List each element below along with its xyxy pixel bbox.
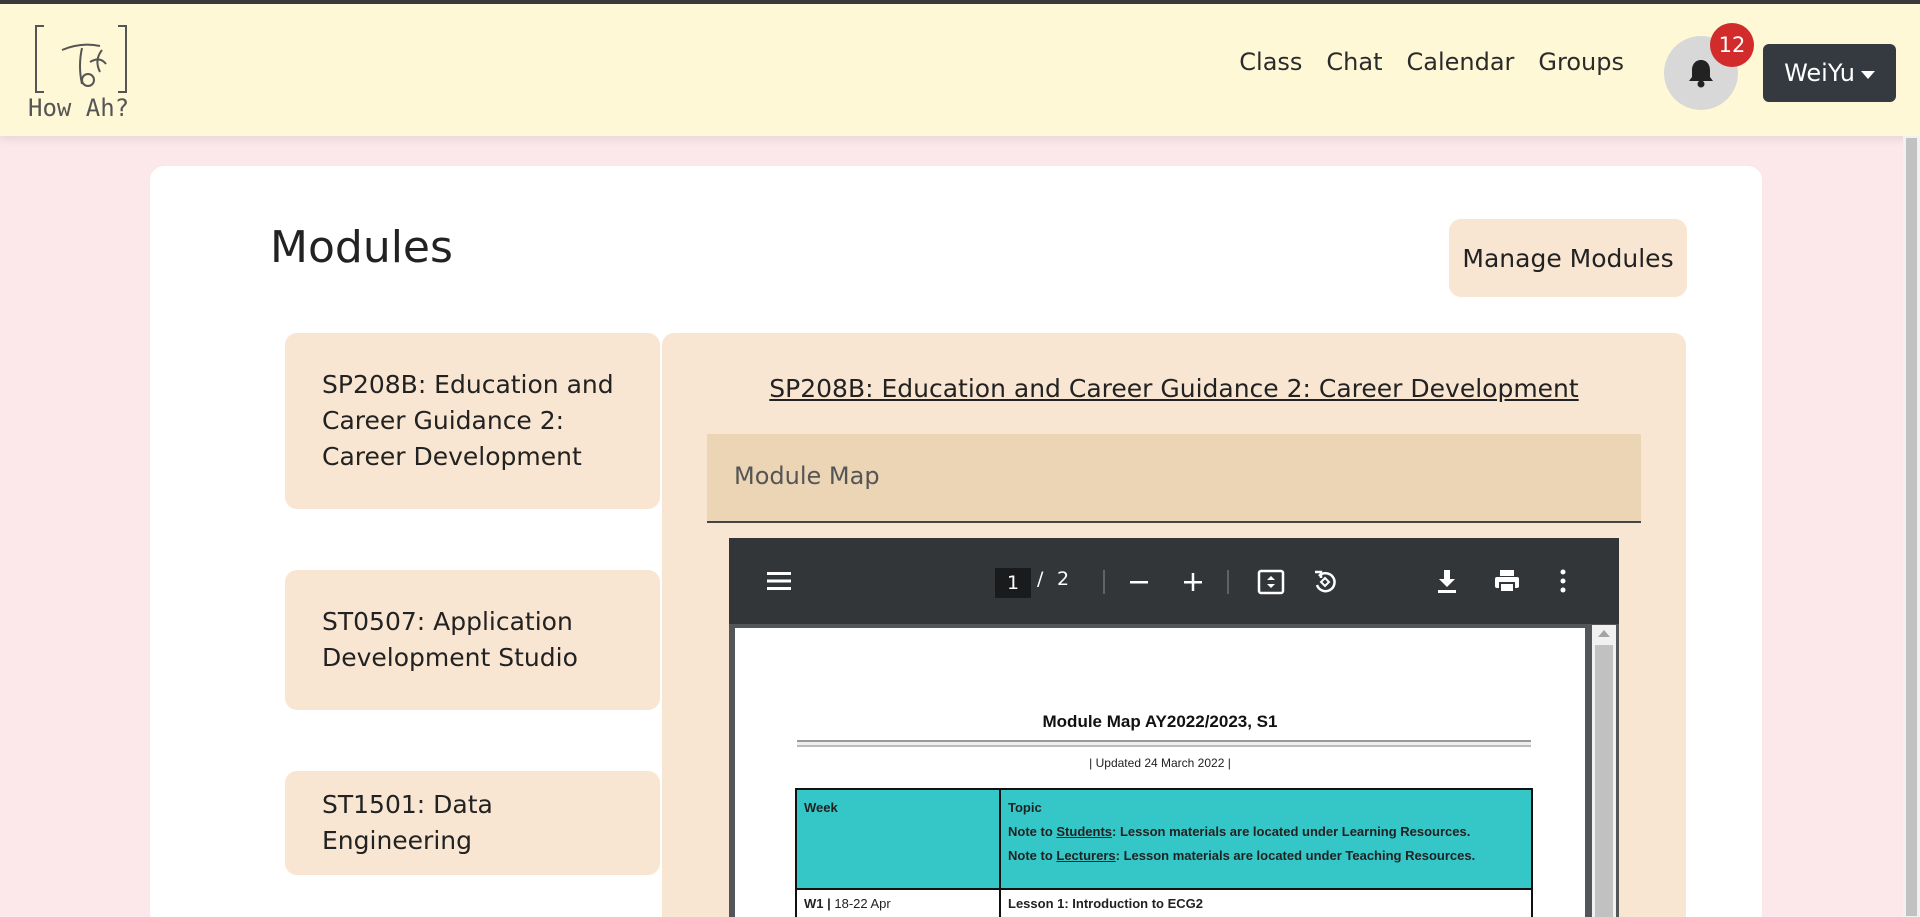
page-title: Modules [270,222,453,273]
page-scrollbar[interactable] [1903,136,1920,917]
pdf-scrollbar-thumb[interactable] [1595,645,1613,917]
module-map-label: Module Map [734,462,880,490]
nav-class[interactable]: Class [1227,48,1314,76]
note-lecturers-who: Lecturers [1056,848,1116,863]
download-icon[interactable] [1435,568,1459,594]
module-map-table: Week Topic Note to Students: Lesson mate… [795,788,1533,917]
module-item-st0507[interactable]: ST0507: Application Development Studio [285,570,660,710]
note-students: Note to Students: Lesson materials are l… [1008,820,1524,844]
user-menu-button[interactable]: WeiYu [1763,44,1896,102]
toolbar-divider [1103,570,1105,594]
row-topic-label: Lesson 1: Introduction to ECG2 [1008,896,1204,911]
note-lecturers: Note to Lecturers: Lesson materials are … [1008,844,1524,868]
module-detail-title[interactable]: SP208B: Education and Career Guidance 2:… [662,374,1686,403]
table-header-row: Week Topic Note to Students: Lesson mate… [795,788,1533,890]
module-item-st1501[interactable]: ST1501: Data Engineering [285,771,660,875]
notification-badge: 12 [1710,23,1754,67]
header-topic: Topic Note to Students: Lesson materials… [999,788,1533,890]
caret-down-icon [1860,70,1875,79]
document-title: Module Map AY2022/2023, S1 [1042,712,1278,731]
navbar: How Ah? Class Chat Calendar Groups 12 We… [0,4,1920,136]
module-map-section-header[interactable]: Module Map [707,434,1641,523]
row-week-dates: 18-22 Apr [830,896,891,911]
header-week: Week [795,788,1001,890]
header-topic-label: Topic [1008,800,1042,815]
note-students-text: : Lesson materials are located under Lea… [1112,824,1471,839]
page-total: 2 [1057,568,1070,590]
row-topic: Lesson 1: Introduction to ECG2 [999,888,1533,917]
pdf-page: Module Map AY2022/2023, S1 | Updated 24 … [735,628,1585,917]
print-icon[interactable] [1493,568,1521,594]
pdf-toolbar: 1 / 2 [729,538,1619,624]
manage-modules-button[interactable]: Manage Modules [1449,219,1687,297]
scroll-up-arrow-icon[interactable] [1598,630,1610,637]
pdf-viewer[interactable]: 1 / 2 Module Map AY2022/2023, S1 | Updat… [729,538,1619,917]
zoom-out-icon[interactable] [1127,570,1151,594]
menu-icon[interactable] [765,568,793,594]
rotate-icon[interactable] [1311,568,1339,596]
note-students-who: Students [1056,824,1113,839]
fit-page-icon[interactable] [1257,568,1285,596]
header-week-label: Week [804,800,838,815]
row-week: W1 | 18-22 Apr [795,888,1001,917]
note-lecturers-text: : Lesson materials are located under Tea… [1115,848,1476,863]
note-students-prefix: Note to [1008,824,1057,839]
page-scrollbar-thumb[interactable] [1906,138,1917,916]
app-logo-text: How Ah? [28,94,130,122]
zoom-in-icon[interactable] [1181,570,1205,594]
more-icon[interactable] [1557,568,1569,594]
main-nav: Class Chat Calendar Groups [1227,48,1636,76]
note-lecturers-prefix: Note to [1008,848,1057,863]
nav-chat[interactable]: Chat [1314,48,1394,76]
user-name: WeiYu [1784,59,1855,87]
document-rule [797,740,1531,747]
row-week-label: W1 | [804,896,831,911]
page-number-input[interactable]: 1 [995,568,1031,598]
toolbar-divider [1227,570,1229,594]
bell-icon [1689,60,1713,88]
nav-calendar[interactable]: Calendar [1395,48,1527,76]
module-item-sp208b[interactable]: SP208B: Education and Career Guidance 2:… [285,333,660,509]
nav-groups[interactable]: Groups [1526,48,1636,76]
pdf-scrollbar[interactable] [1592,625,1616,917]
table-row: W1 | 18-22 Apr Lesson 1: Introduction to… [795,888,1533,917]
page-separator: / [1037,568,1044,590]
document-updated-date: | Updated 24 March 2022 | [1089,756,1231,770]
